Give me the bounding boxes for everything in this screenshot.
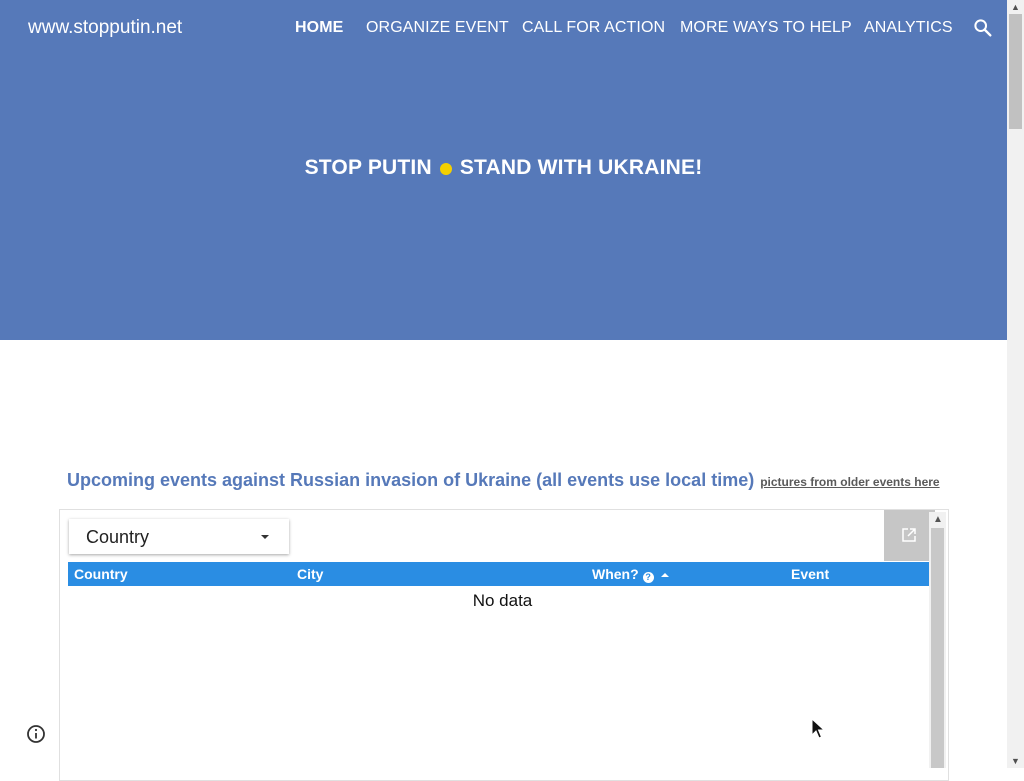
search-icon [974, 19, 992, 37]
nav-item-more-ways-to-help[interactable]: MORE WAYS TO HELP [680, 19, 852, 37]
hero-headline: STOP PUTIN STAND WITH UKRAINE! [0, 156, 1007, 180]
column-header-country[interactable]: Country [74, 566, 128, 582]
yellow-dot-icon [439, 163, 452, 175]
section-heading: Upcoming events against Russian invasion… [67, 470, 947, 491]
page-scrollbar[interactable]: ▲ ▼ [1007, 0, 1024, 768]
headline-left: STOP PUTIN [304, 156, 432, 179]
column-header-event[interactable]: Event [791, 566, 829, 582]
table-scrollbar[interactable]: ▲ [929, 512, 946, 768]
scroll-down-arrow-icon[interactable]: ▼ [1007, 754, 1024, 768]
search-button[interactable] [972, 17, 994, 39]
nav-item-home[interactable]: HOME [295, 19, 343, 37]
scroll-up-arrow-icon[interactable]: ▲ [1007, 0, 1024, 14]
open-in-new-icon [902, 528, 916, 542]
table-scrollbar-thumb[interactable] [931, 528, 944, 768]
headline-right: STAND WITH UKRAINE! [459, 156, 703, 179]
chevron-down-icon [261, 535, 269, 539]
scroll-up-arrow-icon[interactable]: ▲ [933, 514, 943, 525]
mouse-cursor-icon [811, 718, 825, 739]
column-header-city[interactable]: City [297, 566, 323, 582]
nav-item-organize-event[interactable]: ORGANIZE EVENT [366, 19, 509, 37]
sort-ascending-icon [660, 573, 669, 577]
empty-state-text: No data [472, 591, 533, 610]
hero-banner: www.stopputin.net HOME ORGANIZE EVENT CA… [0, 0, 1007, 340]
column-header-when-label: When? [592, 566, 639, 582]
info-button[interactable] [26, 724, 46, 744]
section-heading-text: Upcoming events against Russian invasion… [67, 470, 755, 490]
open-in-new-button[interactable] [884, 510, 935, 561]
nav-item-analytics[interactable]: ANALYTICS [864, 19, 953, 37]
site-title[interactable]: www.stopputin.net [28, 17, 182, 39]
country-filter-label: Country [86, 527, 150, 547]
country-filter-dropdown[interactable]: Country [69, 519, 289, 554]
help-icon[interactable]: ? [642, 572, 654, 583]
nav-item-call-for-action[interactable]: CALL FOR ACTION [522, 19, 665, 37]
events-table-header: Country City When?? Event [68, 562, 929, 586]
column-header-when[interactable]: When?? [592, 566, 669, 583]
page-scrollbar-thumb[interactable] [1009, 14, 1022, 129]
older-events-pictures-link[interactable]: pictures from older events here [760, 475, 939, 489]
info-icon [27, 725, 45, 743]
